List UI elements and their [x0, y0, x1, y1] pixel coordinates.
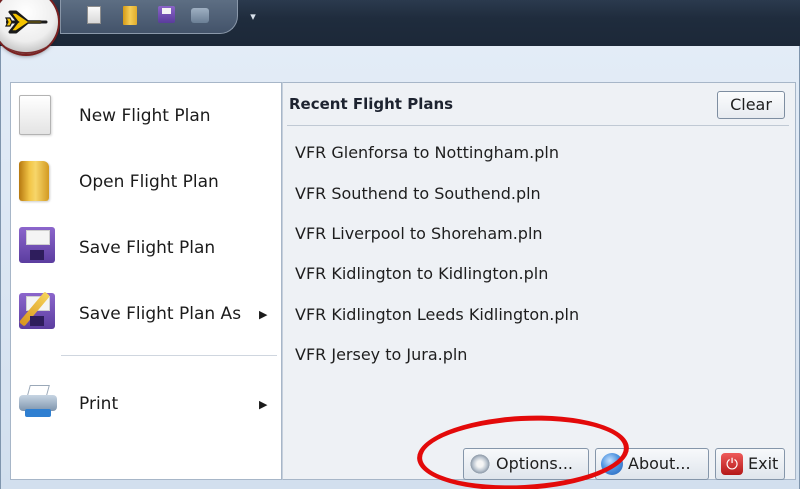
recent-file-item[interactable]: VFR Liverpool to Shoreham.pln — [295, 224, 543, 243]
menu-item-open-flight-plan[interactable]: Open Flight Plan — [11, 151, 281, 217]
exit-button[interactable]: Exit — [715, 448, 785, 480]
open-folder-icon[interactable] — [123, 6, 137, 25]
about-button-label: About... — [628, 454, 691, 473]
recent-file-item[interactable]: VFR Glenforsa to Nottingham.pln — [295, 143, 559, 162]
menu-item-label: Save Flight Plan As — [79, 304, 242, 324]
save-as-icon — [18, 291, 55, 329]
save-disk-icon[interactable] — [158, 6, 175, 23]
title-bar: ▾ — [0, 0, 800, 46]
printer-icon — [19, 385, 57, 417]
quick-access-toolbar — [60, 0, 238, 34]
recent-file-item[interactable]: VFR Southend to Southend.pln — [295, 184, 541, 203]
open-folder-icon — [19, 161, 49, 201]
power-icon — [721, 453, 743, 475]
menu-item-save-flight-plan-as[interactable]: Save Flight Plan As ▶ — [11, 283, 281, 349]
menu-item-label: Print — [79, 394, 119, 414]
submenu-arrow-icon: ▶ — [259, 398, 268, 411]
submenu-arrow-icon: ▶ — [259, 308, 268, 321]
menu-item-new-flight-plan[interactable]: New Flight Plan — [11, 85, 281, 151]
save-disk-icon — [19, 227, 55, 263]
menu-separator — [61, 355, 277, 356]
menu-item-label: Open Flight Plan — [79, 172, 219, 192]
recent-header-divider — [287, 125, 789, 126]
new-document-icon[interactable] — [87, 6, 101, 24]
menu-item-print[interactable]: Print ▶ — [11, 373, 281, 439]
recent-flight-plans-heading: Recent Flight Plans — [289, 95, 454, 113]
airplane-icon — [5, 10, 48, 34]
recent-file-item[interactable]: VFR Kidlington to Kidlington.pln — [295, 264, 548, 283]
quick-access-dropdown-button[interactable]: ▾ — [247, 10, 259, 24]
menu-item-label: New Flight Plan — [79, 106, 211, 126]
recent-file-item[interactable]: VFR Jersey to Jura.pln — [295, 345, 467, 364]
recent-file-item[interactable]: VFR Kidlington Leeds Kidlington.pln — [295, 305, 579, 324]
menu-item-label: Save Flight Plan — [79, 238, 216, 258]
menu-item-save-flight-plan[interactable]: Save Flight Plan — [11, 217, 281, 283]
exit-button-label: Exit — [748, 454, 779, 473]
new-document-icon — [19, 95, 51, 135]
clear-recent-button[interactable]: Clear — [717, 91, 785, 119]
application-menu: New Flight Plan Open Flight Plan Save Fl… — [0, 46, 800, 489]
print-icon[interactable] — [191, 8, 209, 23]
menu-commands-panel: New Flight Plan Open Flight Plan Save Fl… — [10, 82, 282, 480]
